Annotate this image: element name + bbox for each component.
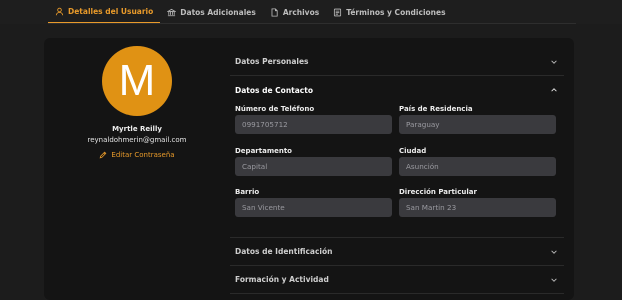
section-identification-header[interactable]: Datos de Identificación	[230, 238, 564, 266]
chevron-up-icon	[551, 88, 557, 92]
pencil-icon	[100, 151, 107, 159]
chevron-down-icon	[551, 59, 557, 64]
address-value: San Martin 23	[406, 203, 457, 212]
tab-divider	[48, 23, 576, 24]
section-title: Datos Personales	[235, 57, 309, 66]
city-field[interactable]: Asunción	[399, 157, 556, 176]
neighborhood-label: Barrio	[235, 188, 260, 196]
city-label: Ciudad	[399, 147, 427, 155]
user-icon	[55, 7, 64, 15]
user-card: M Myrtle Reilly reynaldohmerin@gmail.com…	[44, 38, 574, 300]
top-tab-bar: Detalles del Usuario Datos Adicionales A…	[0, 0, 622, 24]
section-title: Datos de Contacto	[235, 85, 313, 95]
department-value: Capital	[242, 162, 268, 171]
section-title: Datos de Identificación	[235, 247, 333, 256]
city-value: Asunción	[406, 162, 439, 171]
section-contact-header[interactable]: Datos de Contacto	[230, 76, 564, 104]
edit-password-label: Editar Contraseña	[111, 151, 175, 159]
tab-label: Términos y Condiciones	[346, 7, 446, 17]
department-field[interactable]: Capital	[235, 157, 392, 176]
tab-files[interactable]: Archivos	[263, 0, 326, 24]
tab-terms[interactable]: Términos y Condiciones	[326, 0, 452, 24]
section-title: Formación y Actividad	[235, 275, 329, 284]
department-label: Departamento	[235, 147, 292, 155]
country-label: País de Residencia	[399, 105, 473, 113]
phone-value: 0991705712	[242, 120, 288, 129]
tab-additional-data[interactable]: Datos Adicionales	[160, 0, 263, 24]
details-panel: Datos Personales Datos de Contacto Númer…	[230, 38, 564, 300]
country-value: Paraguay	[406, 120, 440, 129]
address-field[interactable]: San Martin 23	[399, 198, 556, 217]
user-name: Myrtle Reilly	[112, 125, 162, 133]
tab-user-details[interactable]: Detalles del Usuario	[48, 0, 161, 24]
avatar: M	[102, 46, 172, 116]
tab-label: Detalles del Usuario	[68, 6, 154, 16]
section-training-header[interactable]: Formación y Actividad	[230, 266, 564, 294]
address-label: Dirección Particular	[399, 188, 477, 196]
neighborhood-value: San Vicente	[242, 203, 285, 212]
bank-icon	[167, 8, 177, 16]
document-icon	[334, 8, 342, 16]
file-icon	[271, 7, 278, 17]
chevron-down-icon	[551, 277, 557, 282]
avatar-initial: M	[118, 56, 156, 105]
edit-password-link[interactable]: Editar Contraseña	[44, 151, 230, 159]
tab-label: Datos Adicionales	[180, 7, 256, 17]
section-personal-header[interactable]: Datos Personales	[230, 48, 564, 76]
country-field[interactable]: Paraguay	[399, 115, 556, 134]
tab-list: Detalles del Usuario Datos Adicionales A…	[48, 0, 453, 24]
phone-field[interactable]: 0991705712	[235, 115, 392, 134]
tab-label: Archivos	[282, 7, 320, 17]
neighborhood-field[interactable]: San Vicente	[235, 198, 392, 217]
profile-panel: M Myrtle Reilly reynaldohmerin@gmail.com…	[44, 38, 230, 300]
user-email: reynaldohmerin@gmail.com	[87, 136, 187, 144]
chevron-down-icon	[551, 249, 557, 254]
phone-label: Número de Teléfono	[235, 105, 315, 113]
